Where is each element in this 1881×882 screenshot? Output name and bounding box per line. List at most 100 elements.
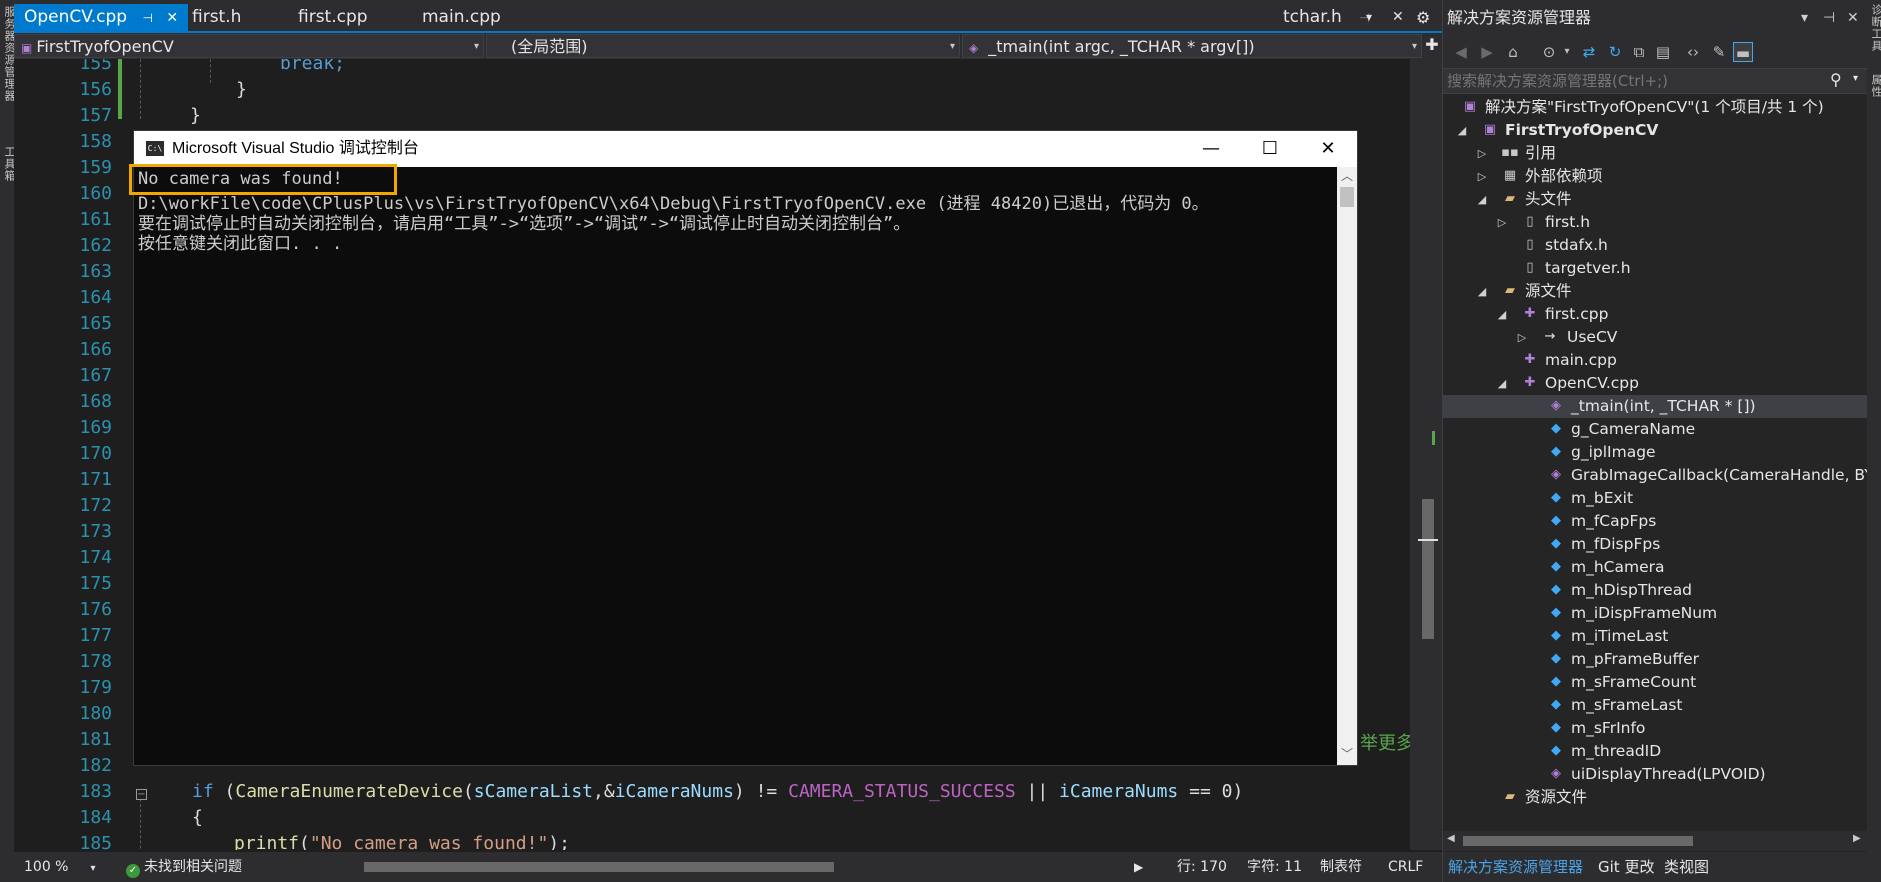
tree-node-resource-files[interactable]: ▰ 资源文件 — [1443, 786, 1868, 809]
tree-node-file[interactable]: ▷ ▯ first.h — [1443, 211, 1868, 234]
chevron-down-icon[interactable]: ▾ — [1557, 42, 1577, 62]
console-scrollbar[interactable]: ︿ ﹀ — [1337, 167, 1357, 765]
tree-node-symbol[interactable]: ◆ m_bExit — [1443, 487, 1868, 510]
expander-icon[interactable]: ▷ — [1475, 165, 1489, 188]
line-indicator[interactable]: 行: 170 — [1177, 852, 1227, 882]
tabs-indicator[interactable]: 制表符 — [1320, 852, 1362, 882]
expander-icon[interactable]: ◢ — [1495, 303, 1509, 326]
search-icon[interactable]: ⚲ — [1830, 70, 1842, 89]
solution-search-input[interactable] — [1447, 71, 1817, 91]
scrollbar-thumb[interactable] — [1463, 836, 1693, 846]
close-icon[interactable]: ✕ — [1847, 0, 1859, 36]
properties-tab[interactable]: 属性 — [1868, 74, 1881, 98]
scrollbar-thumb[interactable] — [1422, 499, 1434, 639]
tree-node-symbol[interactable]: ◆ m_sFrInfo — [1443, 717, 1868, 740]
tree-node-symbol[interactable]: ◆ m_fCapFps — [1443, 510, 1868, 533]
expander-icon[interactable]: ◢ — [1495, 372, 1509, 395]
expander-icon[interactable]: ▷ — [1475, 142, 1489, 165]
tab-opencv-cpp[interactable]: OpenCV.cpp ⊣ ✕ — [14, 4, 189, 31]
gear-icon[interactable]: ⚙ — [1416, 4, 1430, 31]
home-icon[interactable]: ⌂ — [1503, 42, 1523, 62]
forward-icon[interactable]: ▶ — [1477, 42, 1497, 62]
zoom-dropdown[interactable]: 100 % ▾ — [24, 852, 96, 882]
editor-vertical-scrollbar[interactable] — [1410, 59, 1442, 850]
tree-node-symbol[interactable]: ◈ uiDisplayThread(LPVOID) — [1443, 763, 1868, 786]
show-all-files-icon[interactable]: ▤ — [1653, 42, 1673, 62]
tab-git-changes[interactable]: Git 更改 — [1593, 852, 1659, 882]
scroll-up-icon[interactable]: ︿ — [1337, 167, 1357, 184]
tab-tchar-h[interactable]: tchar.h ⊣ — [1283, 4, 1370, 31]
minimize-button[interactable]: — — [1182, 131, 1240, 167]
tab-class-view[interactable]: 类视图 — [1659, 852, 1714, 882]
scroll-left-icon[interactable]: ◀ — [1447, 833, 1455, 844]
preview-icon[interactable]: ▬ — [1733, 42, 1753, 62]
chevron-down-icon[interactable]: ▾ — [1853, 73, 1858, 84]
tree-node-symbol[interactable]: ◆ m_iTimeLast — [1443, 625, 1868, 648]
issues-indicator[interactable]: ✓ 未找到相关问题 — [126, 852, 242, 882]
scope-dropdown[interactable]: (全局范围) ▾ — [486, 34, 960, 58]
tab-list-dropdown-icon[interactable]: ▾ — [1366, 4, 1372, 31]
expander-icon[interactable]: ▷ — [1515, 326, 1529, 349]
panel-menu-icon[interactable]: ▾ — [1801, 0, 1808, 36]
tree-node-symbol[interactable]: ▷ → UseCV — [1443, 326, 1868, 349]
diagnostic-tools-tab[interactable]: 诊断工具 — [1868, 4, 1881, 52]
properties-wrench-icon[interactable]: ✎ — [1709, 42, 1729, 62]
tree-node-symbol[interactable]: ◆ m_pFrameBuffer — [1443, 648, 1868, 671]
solution-horizontal-scrollbar[interactable]: ◀ ▶ — [1443, 831, 1868, 851]
tree-node-file[interactable]: ◢ ✚ first.cpp — [1443, 303, 1868, 326]
tree-node-header-files[interactable]: ◢ ▰ 头文件 — [1443, 188, 1868, 211]
tree-node-file[interactable]: ▯ targetver.h — [1443, 257, 1868, 280]
tree-node-symbol[interactable]: ◆ m_fDispFps — [1443, 533, 1868, 556]
close-button[interactable]: ✕ — [1299, 131, 1357, 167]
split-editor-icon[interactable]: ✚ — [1422, 35, 1442, 57]
tree-node-symbol[interactable]: ◆ m_sFrameLast — [1443, 694, 1868, 717]
project-dropdown[interactable]: ▣ FirstTryofOpenCV ▾ — [14, 34, 484, 58]
tree-node-symbol[interactable]: ◈ GrabImageCallback(CameraHandle, BYT — [1443, 464, 1868, 487]
scrollbar-thumb[interactable] — [1340, 187, 1354, 207]
tree-node-project[interactable]: ◢ ▣ FirstTryofOpenCV — [1443, 119, 1868, 142]
console-title-bar[interactable]: C:\ Microsoft Visual Studio 调试控制台 — ☐ ✕ — [134, 131, 1357, 167]
tree-node-symbol[interactable]: ◆ m_threadID — [1443, 740, 1868, 763]
tree-node-symbol[interactable]: ◆ g_iplImage — [1443, 441, 1868, 464]
close-tab-icon[interactable]: ✕ — [1392, 4, 1404, 31]
switch-views-icon[interactable]: ⊙ — [1539, 42, 1559, 62]
scroll-down-icon[interactable]: ﹀ — [1337, 745, 1357, 762]
horizontal-scrollbar-thumb[interactable] — [364, 862, 834, 872]
tree-node-source-files[interactable]: ◢ ▰ 源文件 — [1443, 280, 1868, 303]
collapse-all-icon[interactable]: ⧉ — [1629, 42, 1649, 62]
function-dropdown[interactable]: ◈ _tmain(int argc, _TCHAR * argv[]) ▾ — [962, 34, 1422, 58]
tree-node-symbol[interactable]: ◆ m_hCamera — [1443, 556, 1868, 579]
tree-node-file[interactable]: ✚ main.cpp — [1443, 349, 1868, 372]
line-ending-indicator[interactable]: CRLF — [1388, 852, 1423, 882]
scroll-right-icon[interactable]: ▶ — [1853, 833, 1861, 844]
expander-icon[interactable]: ▷ — [1495, 211, 1509, 234]
tree-node-external-deps[interactable]: ▷ ▦ 外部依赖项 — [1443, 165, 1868, 188]
tree-node-symbol-selected[interactable]: ◈ _tmain(int, _TCHAR * []) — [1443, 395, 1868, 418]
tab-first-h[interactable]: first.h — [182, 4, 251, 31]
expander-icon[interactable]: ◢ — [1475, 280, 1489, 303]
pin-icon[interactable]: ⊣ — [142, 11, 152, 25]
tab-first-cpp[interactable]: first.cpp — [288, 4, 378, 31]
pin-icon[interactable]: ⊣ — [1823, 0, 1835, 36]
sync-icon[interactable]: ⇄ — [1579, 42, 1599, 62]
collapse-toggle[interactable]: − — [136, 789, 147, 800]
tree-node-file[interactable]: ▯ stdafx.h — [1443, 234, 1868, 257]
tree-node-solution[interactable]: ▣ 解决方案"FirstTryofOpenCV"(1 个项目/共 1 个) — [1443, 96, 1868, 119]
tree-node-symbol[interactable]: ◆ m_hDispThread — [1443, 579, 1868, 602]
column-indicator[interactable]: 字符: 11 — [1247, 852, 1302, 882]
tree-node-symbol[interactable]: ◆ m_iDispFrameNum — [1443, 602, 1868, 625]
tree-node-file[interactable]: ◢ ✚ OpenCV.cpp — [1443, 372, 1868, 395]
expander-icon[interactable]: ◢ — [1475, 188, 1489, 211]
tree-node-symbol[interactable]: ◆ g_CameraName — [1443, 418, 1868, 441]
tree-node-references[interactable]: ▷ ▪▪ 引用 — [1443, 142, 1868, 165]
debug-console-window[interactable]: C:\ Microsoft Visual Studio 调试控制台 — ☐ ✕ … — [133, 130, 1358, 766]
scroll-right-icon[interactable]: ▶ — [1134, 852, 1143, 882]
tab-solution-explorer[interactable]: 解决方案资源管理器 — [1443, 852, 1588, 882]
tab-main-cpp[interactable]: main.cpp — [412, 4, 511, 31]
close-icon[interactable]: ✕ — [166, 10, 178, 26]
expander-icon[interactable]: ◢ — [1455, 119, 1469, 142]
tree-node-symbol[interactable]: ◆ m_sFrameCount — [1443, 671, 1868, 694]
refresh-icon[interactable]: ↻ — [1605, 42, 1625, 62]
maximize-button[interactable]: ☐ — [1241, 131, 1299, 167]
view-code-icon[interactable]: ‹› — [1683, 42, 1703, 62]
